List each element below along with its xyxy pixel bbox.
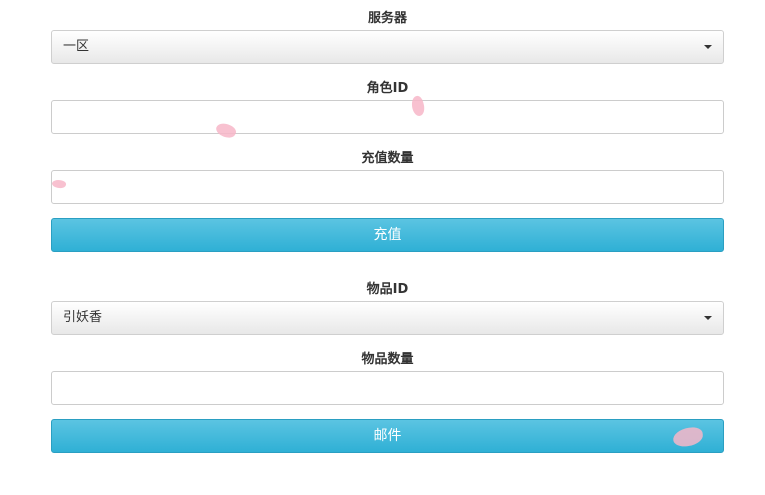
mail-button[interactable]: 邮件 xyxy=(51,419,724,453)
role-id-input[interactable] xyxy=(51,100,724,134)
item-quantity-label: 物品数量 xyxy=(361,352,414,367)
server-label: 服务器 xyxy=(367,11,407,26)
item-select-value: 引妖香 xyxy=(63,310,103,325)
role-id-label: 角色ID xyxy=(366,81,409,96)
server-select[interactable]: 一区 xyxy=(51,30,724,64)
page: 服务器 一区 角色ID 充值数量 充值 物品ID 引妖香 物品数量 邮件 xyxy=(0,0,765,495)
caret-down-icon xyxy=(704,45,712,49)
recharge-button[interactable]: 充值 xyxy=(51,218,724,252)
recharge-amount-label: 充值数量 xyxy=(361,151,414,166)
item-id-label: 物品ID xyxy=(366,282,409,297)
server-select-value: 一区 xyxy=(63,39,90,54)
item-quantity-input[interactable] xyxy=(51,371,724,405)
caret-down-icon xyxy=(704,316,712,320)
item-select[interactable]: 引妖香 xyxy=(51,301,724,335)
recharge-amount-input[interactable] xyxy=(51,170,724,204)
gm-form: 服务器 一区 角色ID 充值数量 充值 物品ID 引妖香 物品数量 邮件 xyxy=(51,8,724,453)
